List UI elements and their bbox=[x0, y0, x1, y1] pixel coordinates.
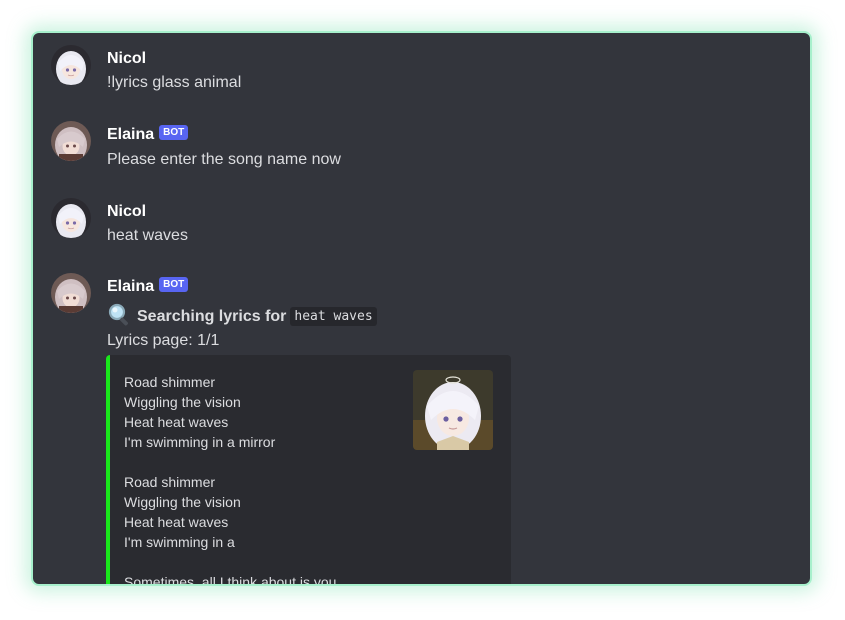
search-label: Searching lyrics for bbox=[137, 307, 287, 325]
lyric-line: I'm swimming in a bbox=[124, 534, 235, 550]
lyrics-text: Road shimmer Wiggling the vision Heat he… bbox=[124, 372, 337, 586]
lyric-line: Wiggling the vision bbox=[124, 494, 241, 510]
avatar[interactable] bbox=[51, 121, 91, 161]
message-header: Elaina BOT bbox=[107, 124, 189, 144]
message-text: !lyrics glass animal bbox=[107, 74, 242, 91]
username[interactable]: Elaina bbox=[107, 278, 154, 296]
lyric-line: Road shimmer bbox=[124, 374, 216, 390]
lyric-line: Wiggling the vision bbox=[124, 394, 241, 410]
lyrics-page-indicator: Lyrics page: 1/1 bbox=[107, 332, 220, 349]
username[interactable]: Nicol bbox=[107, 50, 146, 68]
avatar[interactable] bbox=[51, 273, 91, 313]
lyric-line: Sometimes, all I think about is you bbox=[124, 574, 337, 586]
lyric-line: Road shimmer bbox=[124, 474, 216, 490]
avatar[interactable] bbox=[51, 45, 91, 85]
embed-thumbnail[interactable] bbox=[413, 370, 493, 450]
search-status: Searching lyrics for heat waves bbox=[107, 302, 377, 331]
magnifier-icon bbox=[107, 302, 131, 331]
lyric-line bbox=[124, 452, 336, 472]
search-query: heat waves bbox=[290, 307, 377, 326]
avatar[interactable] bbox=[51, 198, 91, 238]
message-header: Nicol bbox=[107, 50, 146, 68]
username[interactable]: Elaina bbox=[107, 126, 154, 144]
lyric-line: I'm swimming in a mirror bbox=[124, 434, 276, 450]
chat-window: Nicol !lyrics glass animal Elaina BOT Pl… bbox=[31, 31, 812, 586]
lyric-line bbox=[124, 552, 336, 572]
lyric-line: Heat heat waves bbox=[124, 414, 229, 430]
lyrics-embed: Road shimmer Wiggling the vision Heat he… bbox=[106, 355, 511, 586]
bot-badge: BOT bbox=[159, 124, 189, 140]
message-text: heat waves bbox=[107, 227, 188, 244]
message-text: Please enter the song name now bbox=[107, 151, 341, 168]
message-header: Nicol bbox=[107, 203, 146, 221]
bot-badge: BOT bbox=[159, 276, 189, 292]
username[interactable]: Nicol bbox=[107, 203, 146, 221]
lyric-line: Heat heat waves bbox=[124, 514, 229, 530]
message-header: Elaina BOT bbox=[107, 276, 189, 296]
